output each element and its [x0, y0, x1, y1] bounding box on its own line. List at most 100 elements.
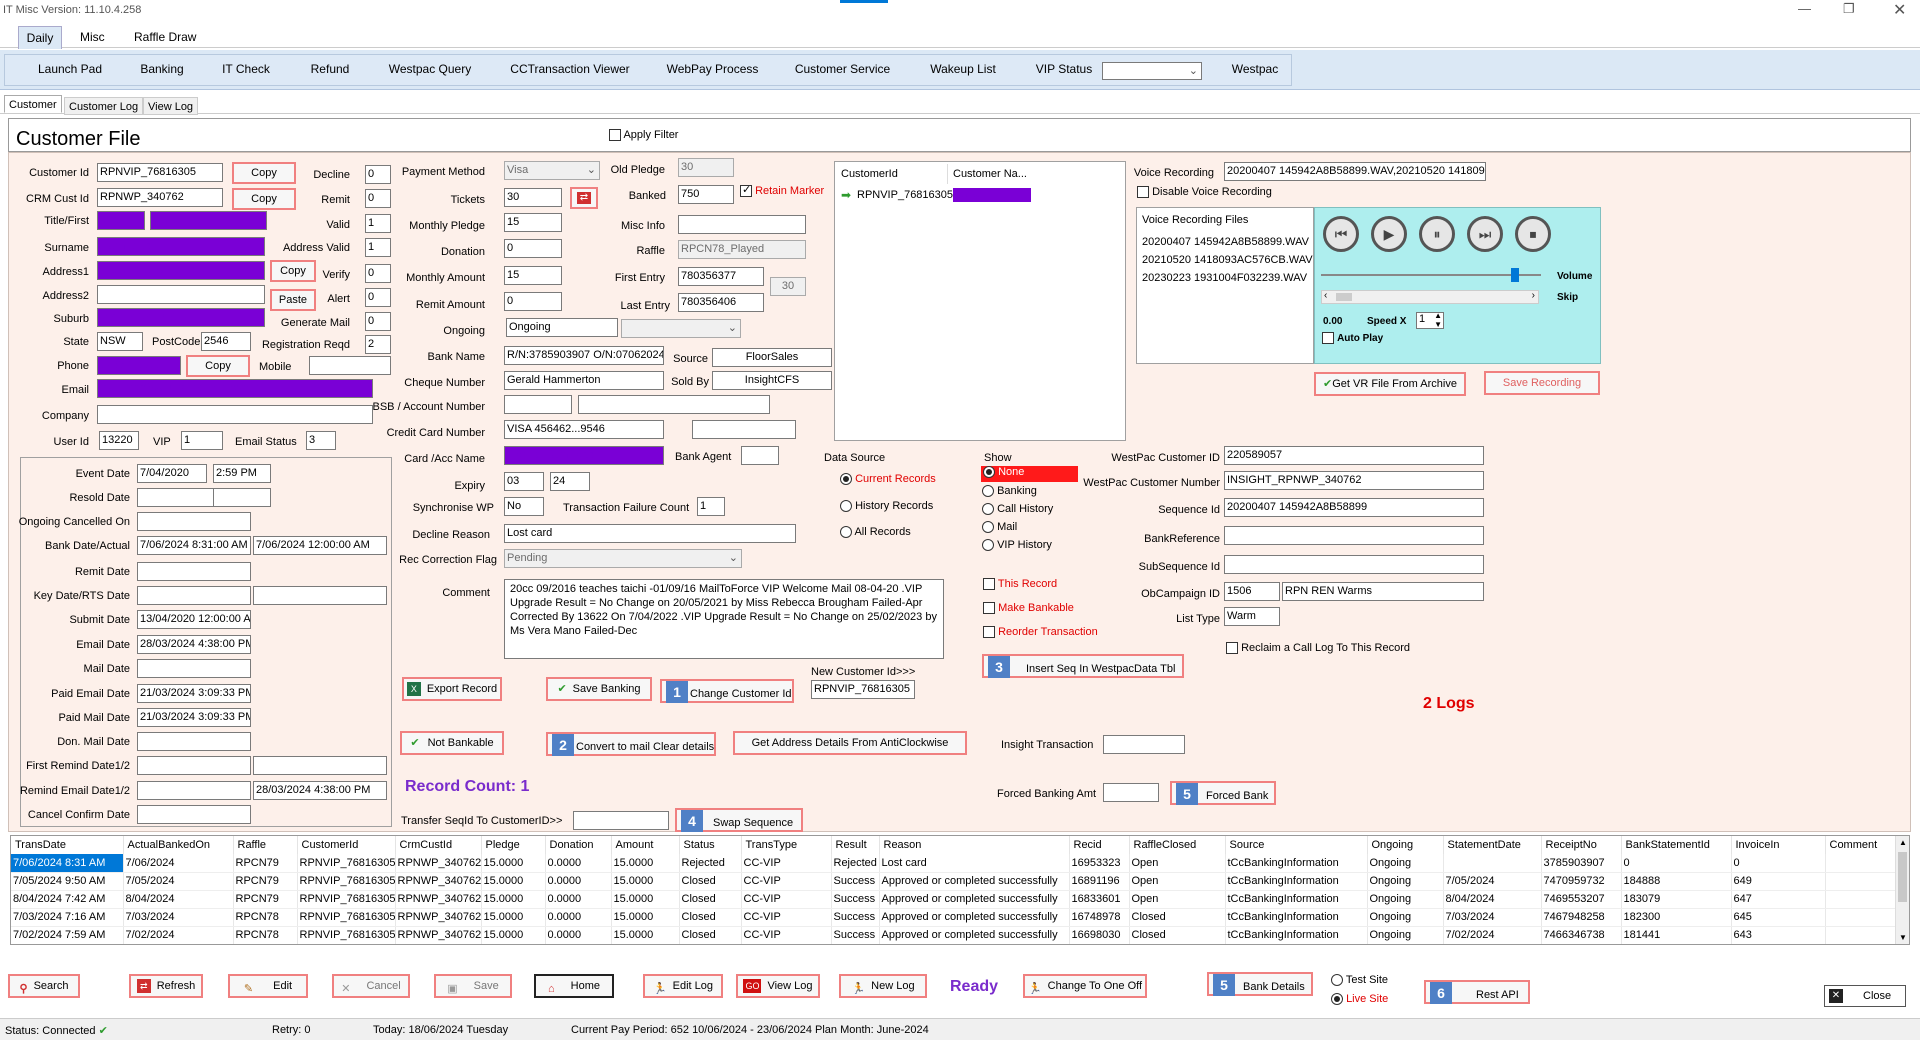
title-field[interactable]: Mrs	[97, 211, 145, 230]
vip-status-select[interactable]	[1102, 62, 1202, 80]
monthly-amount-field[interactable]: 15	[504, 266, 562, 285]
table-cell[interactable]: 15.0000	[611, 872, 680, 891]
table-cell[interactable]: 7/06/2024	[123, 854, 234, 873]
bank-name-field[interactable]: R/N:3785903907 O/N:07062024/	[504, 346, 664, 365]
table-cell[interactable]: RPNVIP_76816305	[297, 908, 396, 927]
table-cell[interactable]: 649	[1731, 872, 1826, 891]
ongoing-field[interactable]: Ongoing	[506, 318, 618, 337]
table-cell[interactable]: 0.0000	[545, 854, 612, 873]
voice-file-item[interactable]: 20200407 145942A8B58899.WAV	[1142, 236, 1309, 248]
table-cell[interactable]: 15.0000	[481, 872, 546, 891]
table-cell[interactable]: tCcBankingInformation	[1225, 890, 1368, 909]
table-cell[interactable]	[1825, 926, 1898, 944]
date-field[interactable]: 28/03/2024 4:38:00 PM	[137, 635, 251, 654]
ongoing-select[interactable]	[621, 319, 741, 338]
copy-address-button[interactable]: Copy	[270, 260, 316, 282]
history-records-radio[interactable]: History Records	[840, 500, 933, 513]
grid-vertical-scrollbar[interactable]: ▲ ▼	[1895, 836, 1909, 944]
bank-details-button[interactable]: 5 Bank Details	[1207, 972, 1313, 996]
column-header[interactable]: Reason	[879, 836, 1070, 854]
close-button[interactable]: ✕ Close	[1824, 985, 1906, 1007]
table-cell[interactable]: 7/06/2024 8:31 AM	[11, 854, 124, 873]
current-records-radio[interactable]: Current Records	[840, 473, 936, 486]
column-header[interactable]: Ongoing	[1367, 836, 1444, 854]
table-row[interactable]: 7/05/2024 9:50 AM 7/05/2024 RPCN79 RPNVIP_7…	[11, 872, 1898, 891]
column-header[interactable]: Source	[1225, 836, 1368, 854]
column-header[interactable]: TransDate	[11, 836, 124, 854]
table-cell[interactable]: 16698030	[1069, 926, 1130, 944]
save-recording-button[interactable]: Save Recording	[1484, 371, 1600, 395]
raffle-field[interactable]: RPCN78_Played	[678, 240, 806, 259]
menu-webpay-process[interactable]: WebPay Process	[660, 54, 765, 84]
column-header[interactable]: BankStatementId	[1621, 836, 1732, 854]
date-field[interactable]: 13/04/2020 12:00:00 AM	[137, 610, 251, 629]
table-cell[interactable]	[1825, 908, 1898, 927]
table-cell[interactable]	[1825, 872, 1898, 891]
sequence-id-field[interactable]: 20200407 145942A8B58899	[1224, 498, 1484, 517]
reclaim-call-log-checkbox[interactable]: Reclaim a Call Log To This Record	[1226, 642, 1410, 655]
verify-field[interactable]: 0	[365, 264, 391, 283]
table-cell[interactable]: RPCN79	[233, 890, 298, 909]
table-cell[interactable]: CC-VIP	[741, 872, 832, 891]
table-cell[interactable]: Ongoing	[1367, 926, 1444, 944]
table-cell[interactable]: 0.0000	[545, 890, 612, 909]
table-cell[interactable]: 183079	[1621, 890, 1732, 909]
table-cell[interactable]: Approved or completed successfully	[879, 908, 1070, 927]
play-icon[interactable]: ▶	[1371, 216, 1407, 252]
menu-westpac-query[interactable]: Westpac Query	[380, 54, 480, 84]
registration-reqd-field[interactable]: 2	[365, 335, 391, 354]
table-cell[interactable]	[1825, 890, 1898, 909]
date-field-2[interactable]	[213, 488, 271, 507]
date-field[interactable]	[137, 756, 251, 775]
menu-wakeup-list[interactable]: Wakeup List	[918, 54, 1008, 84]
refresh-button[interactable]: ⇄ Refresh	[129, 974, 203, 998]
column-header[interactable]: CrmCustId	[395, 836, 482, 854]
menu-banking[interactable]: Banking	[122, 54, 202, 84]
restore-icon[interactable]: ❐	[1843, 1, 1855, 17]
table-cell[interactable]: 7466346738	[1541, 926, 1622, 944]
pause-icon[interactable]: ⏸	[1419, 216, 1455, 252]
new-log-button[interactable]: 🏃 New Log	[839, 974, 927, 998]
surname-field[interactable]: Hammerton	[97, 237, 265, 256]
state-field[interactable]: NSW	[97, 332, 143, 351]
table-cell[interactable]: CC-VIP	[741, 926, 832, 944]
date-field-2[interactable]: 7/06/2024 12:00:00 AM	[253, 536, 387, 555]
table-cell[interactable]: 7/02/2024 7:59 AM	[11, 926, 124, 944]
get-vr-file-button[interactable]: ✔Get VR File From Archive	[1314, 372, 1466, 396]
column-header[interactable]: Donation	[545, 836, 612, 854]
card-name-field[interactable]: Gerald Hammerton	[504, 446, 664, 465]
westpac-customer-number-field[interactable]: INSIGHT_RPNWP_340762	[1224, 471, 1484, 490]
table-cell[interactable]: RPNVIP_76816305	[297, 872, 396, 891]
rest-api-button[interactable]: 6 Rest API	[1424, 980, 1530, 1004]
not-bankable-button[interactable]: ✔ Not Bankable	[400, 731, 504, 755]
date-field[interactable]	[137, 512, 251, 531]
column-header[interactable]: CustomerId	[297, 836, 396, 854]
swap-sequence-button[interactable]: 4 Swap Sequence	[675, 808, 803, 832]
old-pledge-field[interactable]: 30	[678, 158, 734, 177]
view-log-button[interactable]: GO View Log	[736, 974, 820, 998]
email-status-field[interactable]: 3	[306, 431, 336, 450]
table-cell[interactable]: 8/04/2024	[1443, 890, 1542, 909]
test-site-radio[interactable]: Test Site	[1331, 974, 1388, 987]
table-cell[interactable]: 16953323	[1069, 854, 1130, 873]
payment-method-select[interactable]: Visa	[504, 161, 600, 180]
column-header[interactable]: StatementDate	[1443, 836, 1542, 854]
menu-vip-status[interactable]: VIP Status	[1024, 54, 1104, 84]
stop-icon[interactable]: ⏹	[1515, 216, 1551, 252]
table-cell[interactable]: 7/02/2024	[123, 926, 234, 944]
table-cell[interactable]: CC-VIP	[741, 854, 832, 873]
skip-back-icon[interactable]: ⏭	[1467, 216, 1503, 252]
close-window-icon[interactable]: ✕	[1893, 0, 1906, 20]
westpac-customer-id-field[interactable]: 220589057	[1224, 446, 1484, 465]
phone-field[interactable]: 0263735600	[97, 356, 181, 375]
disable-voice-checkbox[interactable]: Disable Voice Recording	[1137, 186, 1272, 199]
table-cell[interactable]: RPNVIP_76816305	[297, 890, 396, 909]
date-field[interactable]	[137, 586, 251, 605]
table-cell[interactable]: 645	[1731, 908, 1826, 927]
table-cell[interactable]: RPNWP_340762	[395, 926, 482, 944]
transaction-failure-field[interactable]: 1	[697, 497, 725, 516]
remit-field[interactable]: 0	[365, 189, 391, 208]
date-field-2[interactable]	[253, 586, 387, 605]
date-field[interactable]: 21/03/2024 3:09:33 PM	[137, 708, 251, 727]
table-cell[interactable]: 15.0000	[481, 890, 546, 909]
